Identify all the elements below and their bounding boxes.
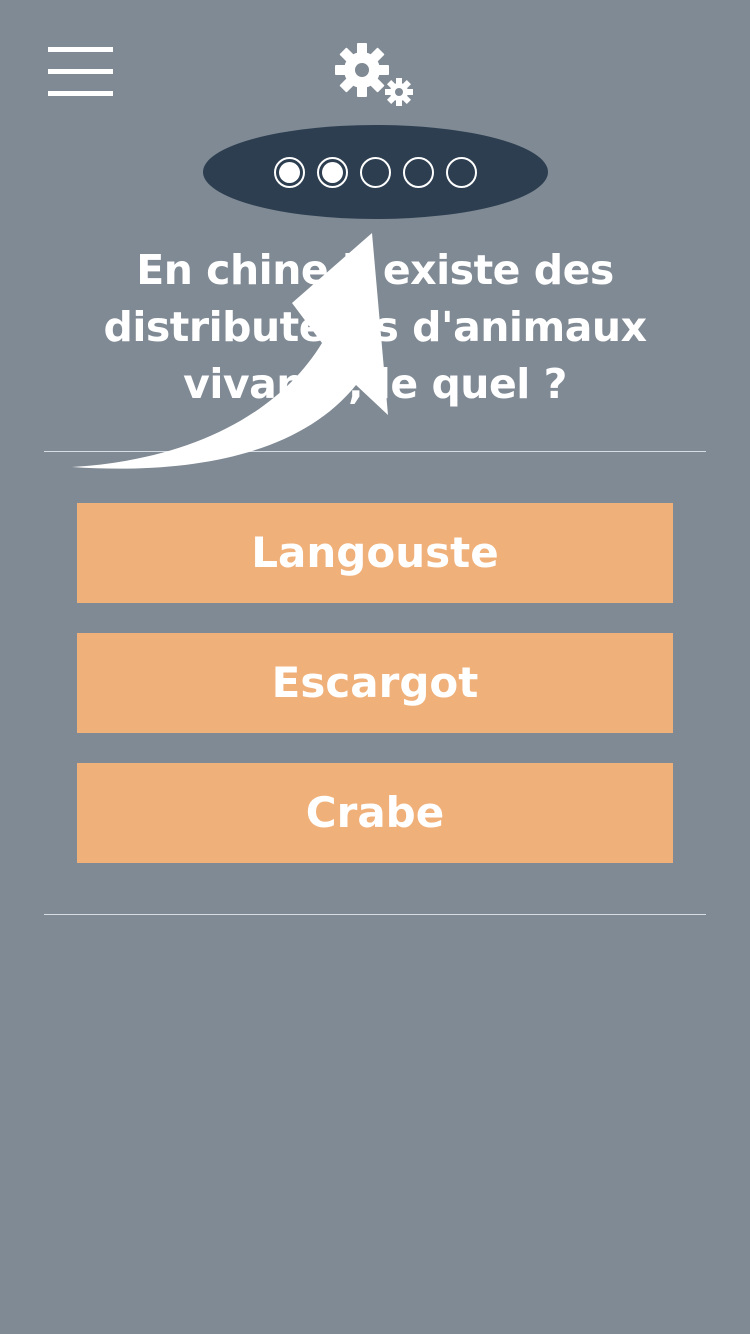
bottom-divider [44,914,706,915]
question-text: En chine il existe des distributeurs d'a… [103,246,647,408]
hamburger-menu-button[interactable] [48,47,113,97]
hamburger-line [48,47,113,52]
hamburger-line [48,69,113,74]
progress-dot-pending [403,156,434,188]
progress-dot-complete [317,156,348,188]
answer-list: Langouste Escargot Crabe [77,503,673,893]
answer-button-crabe[interactable]: Crabe [77,763,673,863]
top-divider [44,451,706,452]
answer-button-escargot[interactable]: Escargot [77,633,673,733]
progress-dot-pending [446,156,477,188]
answer-button-langouste[interactable]: Langouste [77,503,673,603]
progress-dot-complete [274,156,305,188]
hamburger-line [48,91,113,96]
gears-icon [335,43,413,106]
progress-indicator [203,125,548,219]
progress-dots [203,125,548,219]
settings-button[interactable] [332,40,418,110]
progress-dot-pending [360,156,391,188]
